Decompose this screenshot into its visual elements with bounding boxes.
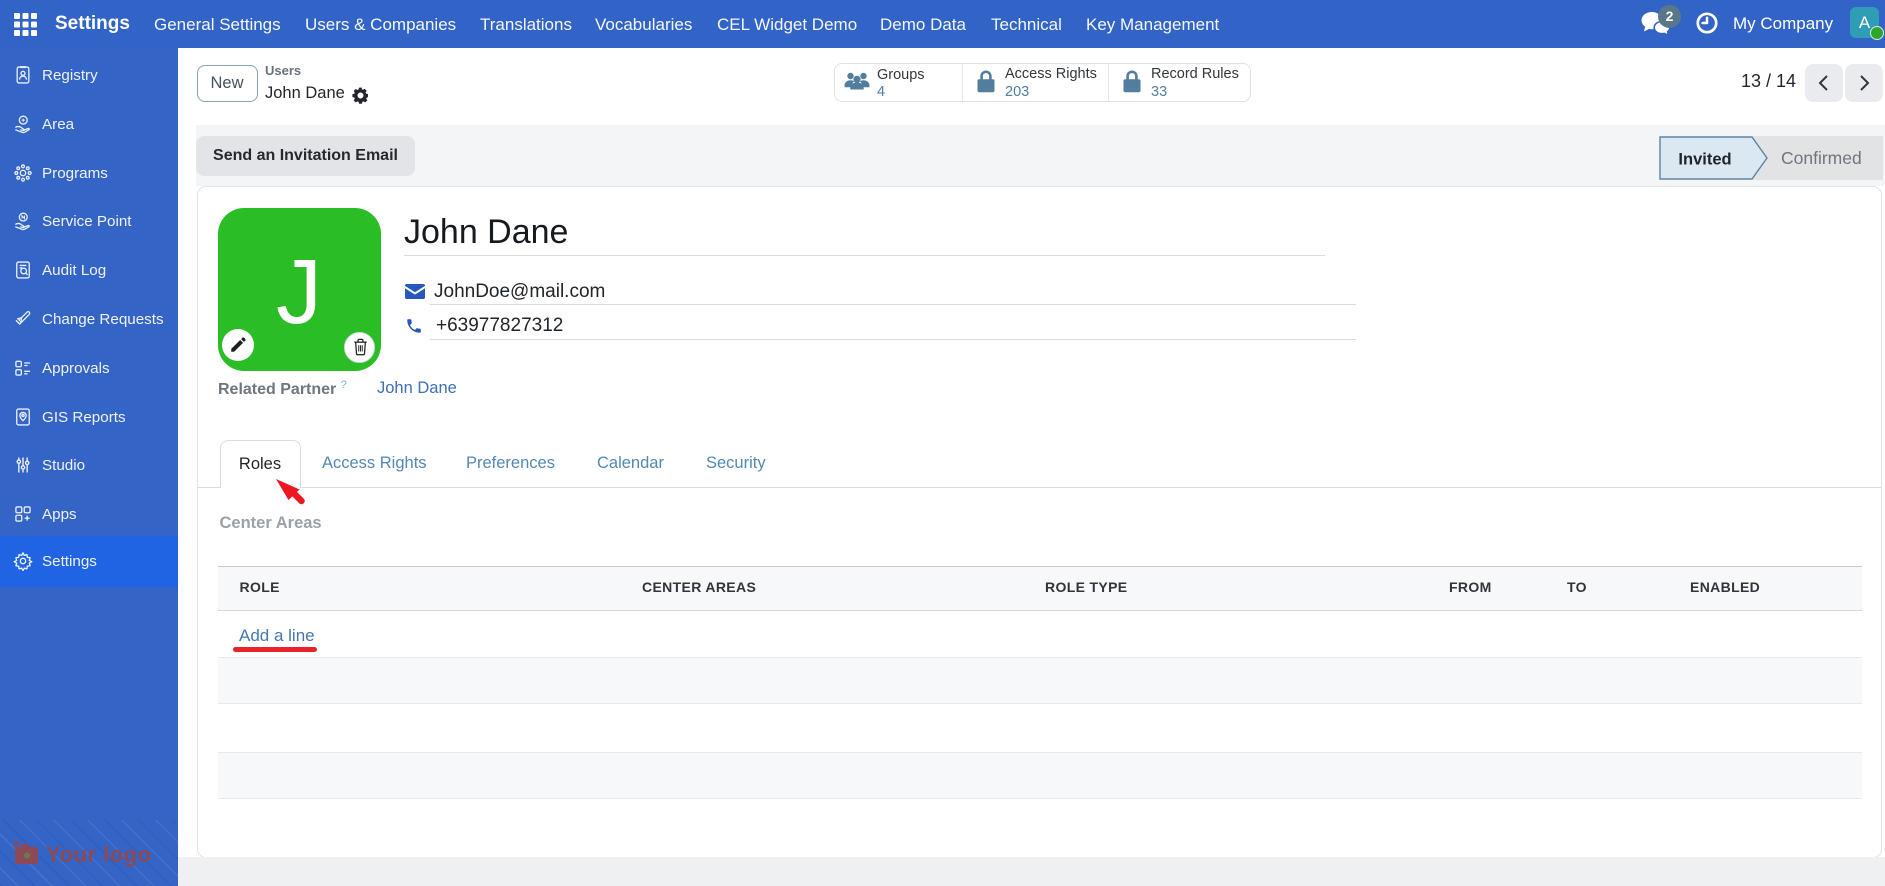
svg-text:Invited: Invited — [1678, 150, 1731, 168]
